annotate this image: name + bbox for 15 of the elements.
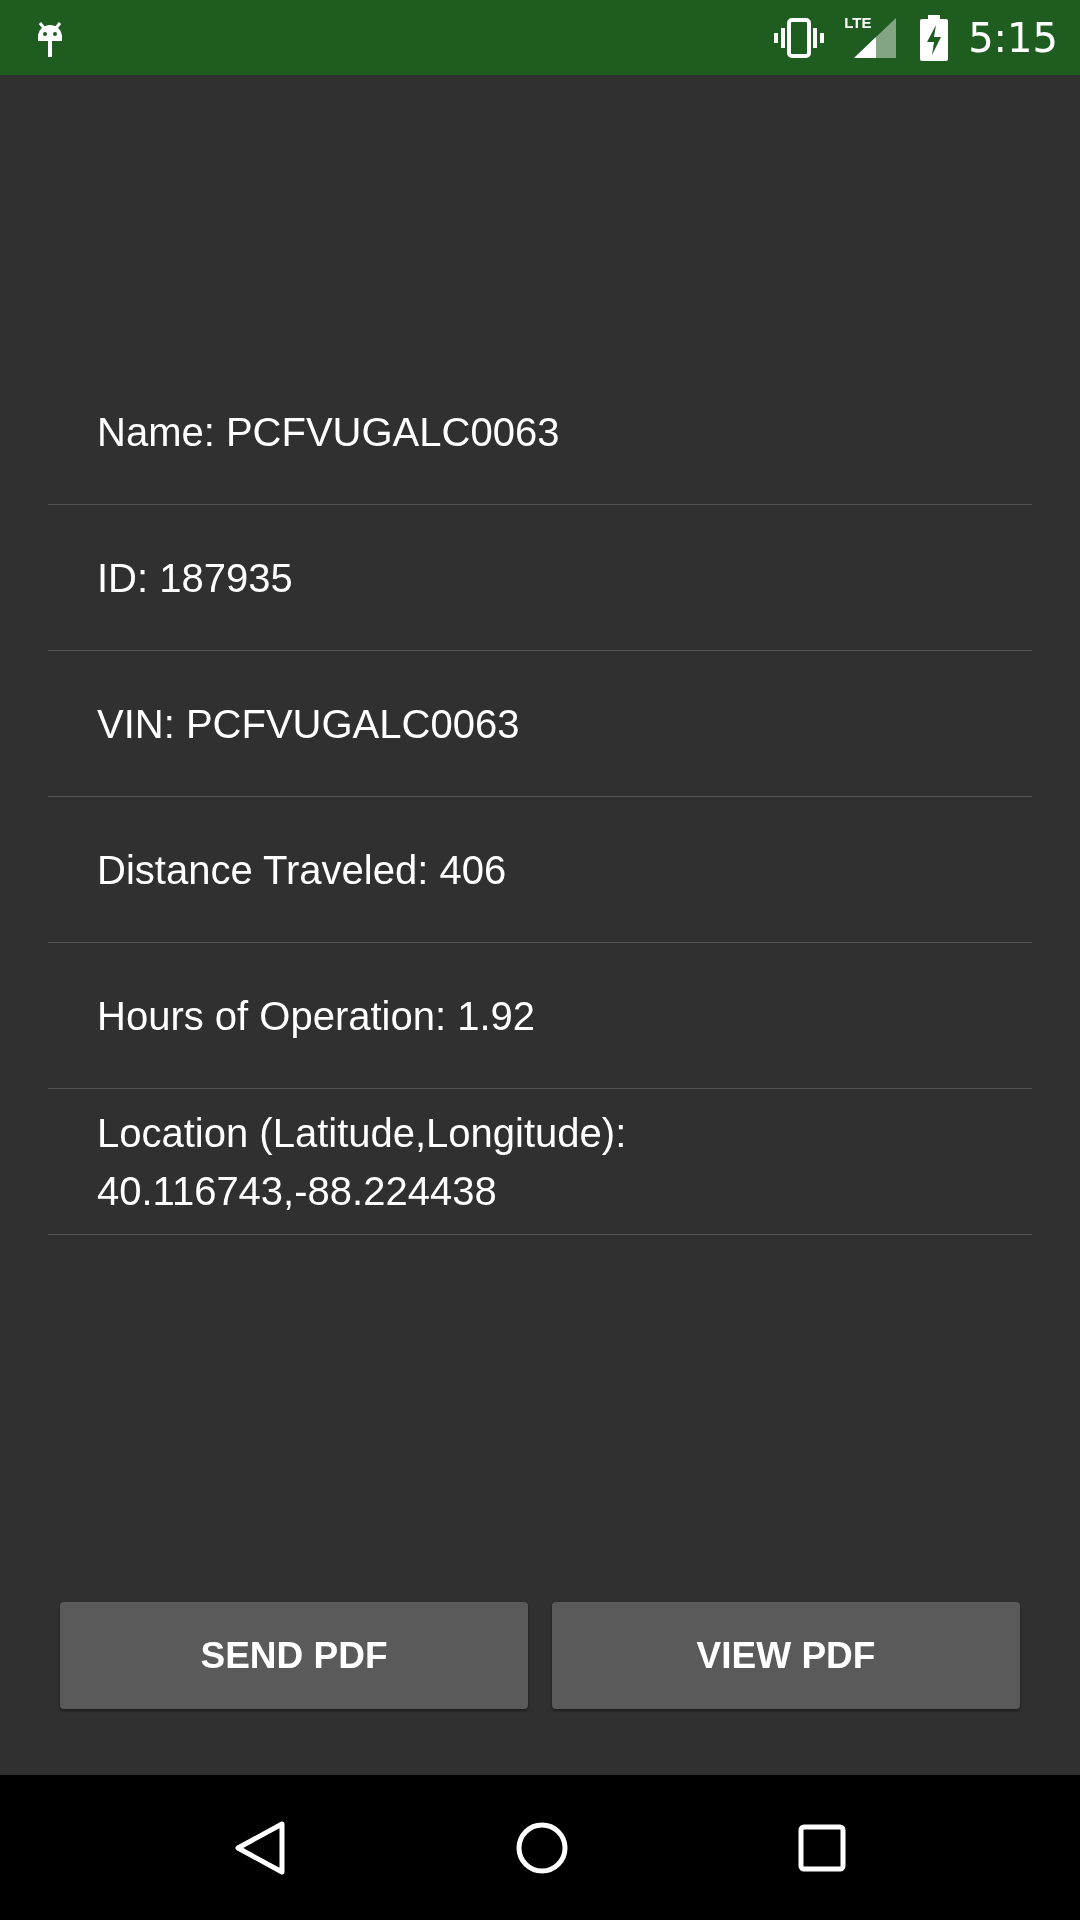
pdf-button[interactable]: VIEW PDF [552,1602,1020,1709]
detail-text: VIN: PCFVUGALC0063 [97,700,520,748]
detail-text: Name: PCFVUGALC0063 [97,408,560,456]
detail-text: Distance Traveled: 406 [97,846,507,894]
detail-text: ID: 187935 [97,554,293,602]
pdf-button[interactable]: SEND PDF [60,1602,528,1709]
battery-charging-icon [920,14,949,61]
network-type: LTE [844,13,872,31]
detail-text: Hours of Operation: 1.92 [97,992,536,1040]
detail-text: Location (Latitude,Longitude): 40.116743,-88.224438 [97,1109,628,1215]
clock: 5:15 [968,14,1058,61]
back-icon[interactable] [234,1819,287,1876]
vibrate-icon [772,15,827,60]
home-icon[interactable] [515,1820,569,1875]
recents-icon[interactable] [797,1823,846,1872]
